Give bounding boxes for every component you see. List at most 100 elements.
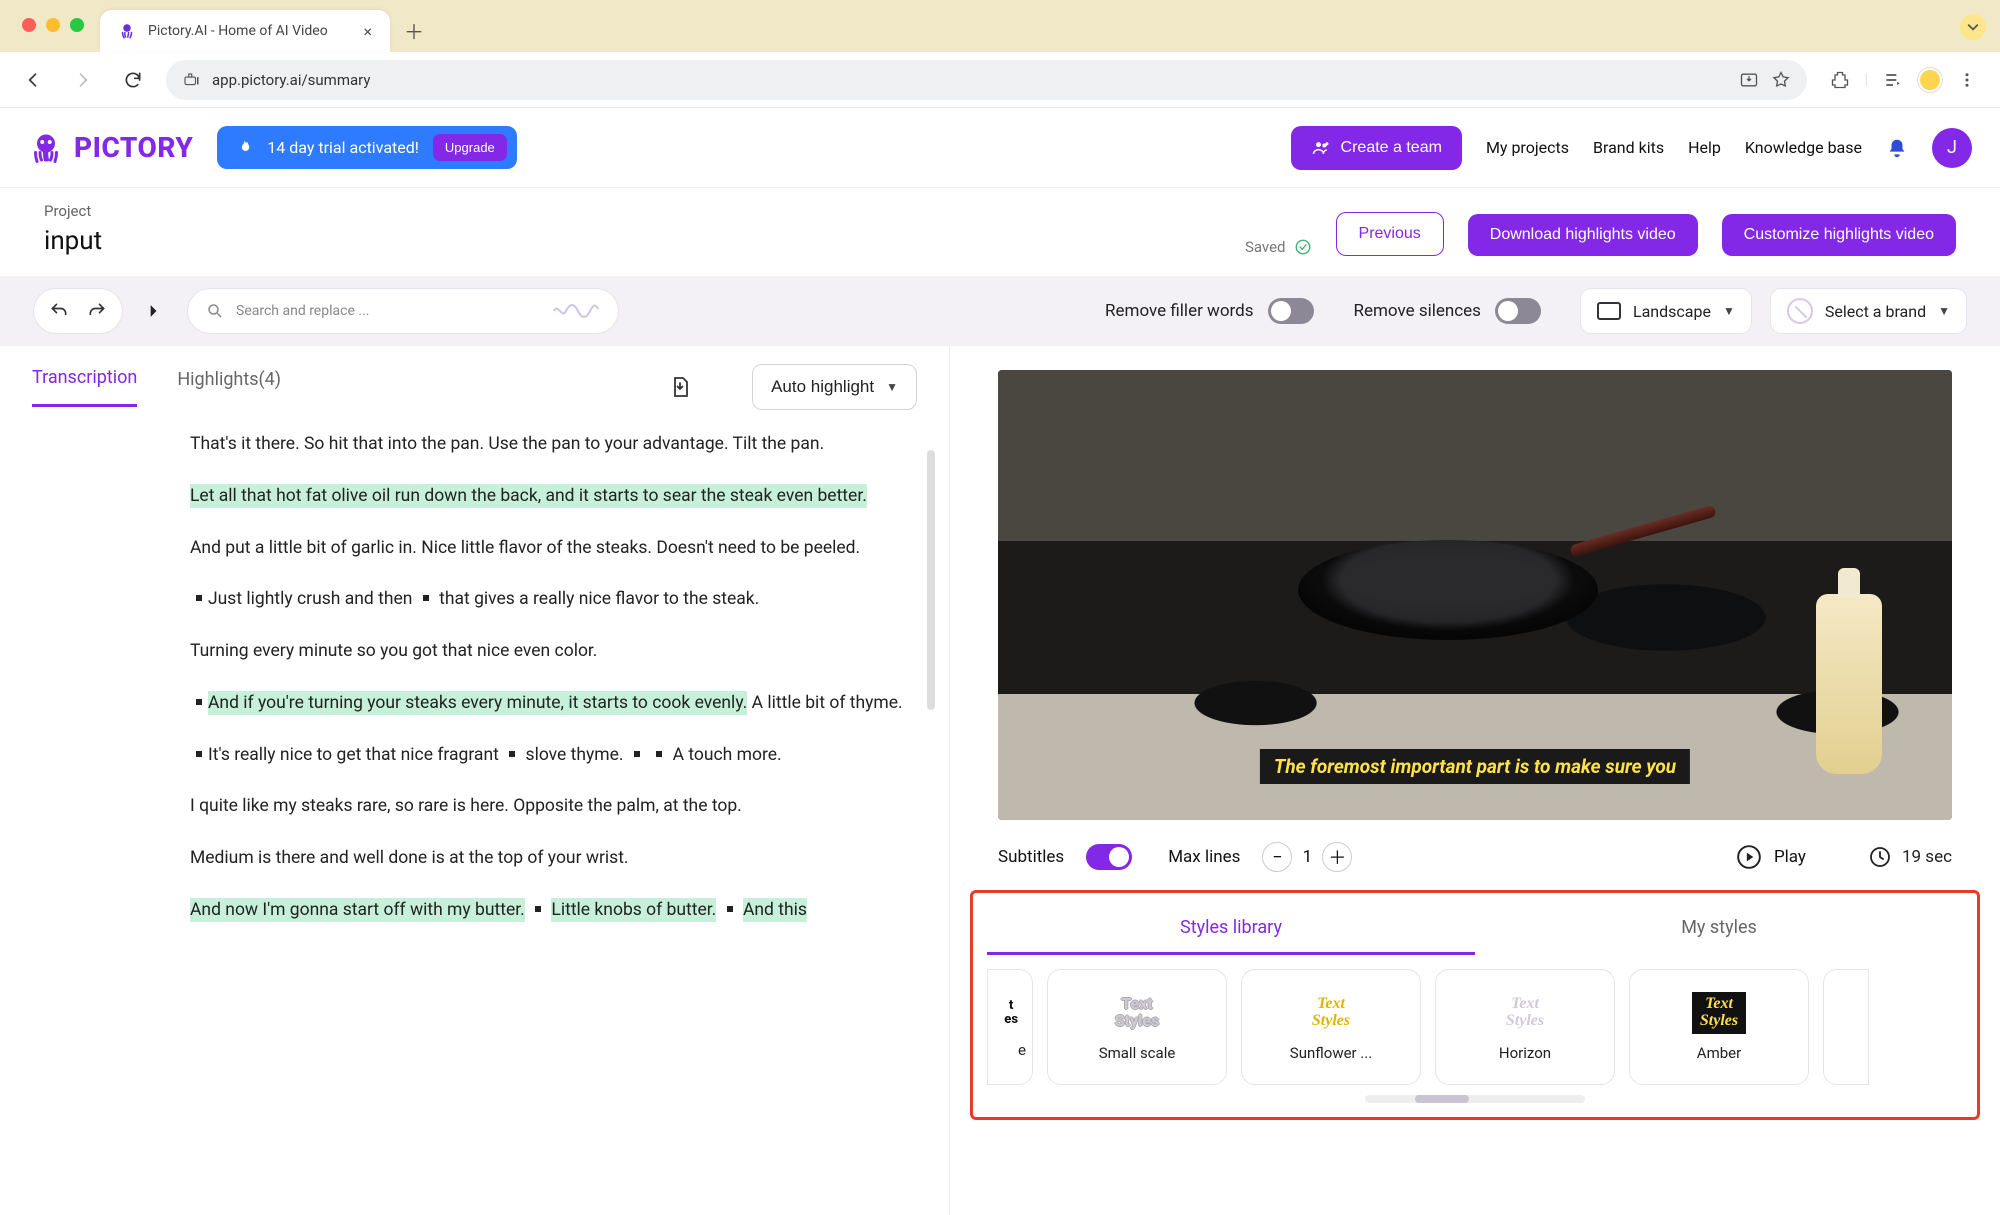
remove-silences-group: Remove silences [1354,298,1541,324]
transcript-line[interactable]: And put a little bit of garlic in. Nice … [190,534,907,564]
orientation-select[interactable]: Landscape ▼ [1581,289,1751,333]
window-controls [22,18,84,32]
chevron-down-icon: ▼ [1938,304,1950,318]
tab-transcription[interactable]: Transcription [32,367,137,407]
wave-icon [552,301,600,321]
play-label[interactable]: Play [1774,847,1806,867]
clock-icon [1868,845,1892,869]
close-window-icon[interactable] [22,18,36,32]
subtitle-controls: Subtitles Max lines − 1 ＋ Play 19 sec [950,832,2000,882]
browser-menu-icon[interactable] [1950,63,1984,97]
download-transcript-icon[interactable] [666,373,694,401]
new-tab-button[interactable]: ＋ [398,14,430,46]
app-header: PICTORY 14 day trial activated! Upgrade … [0,108,2000,188]
chevron-down-icon: ▼ [886,380,898,394]
transcript-line[interactable]: I quite like my steaks rare, so rare is … [190,792,907,822]
maxlines-label: Max lines [1168,847,1240,867]
extensions-icon[interactable] [1823,63,1857,97]
search-icon [206,302,224,320]
maxlines-value: 1 [1296,847,1318,867]
site-info-icon[interactable] [182,71,200,89]
style-card[interactable] [1823,969,1869,1085]
project-name[interactable]: input [44,226,102,256]
remove-silences-label: Remove silences [1354,301,1481,321]
nav-brand-kits[interactable]: Brand kits [1593,138,1664,157]
create-team-button[interactable]: Create a team [1291,126,1462,170]
back-button[interactable] [16,63,50,97]
browser-address-bar: app.pictory.ai/summary | [0,52,2000,108]
install-app-icon[interactable] [1739,70,1759,90]
transcript-line[interactable]: And if you're turning your steaks every … [190,689,907,719]
reload-button[interactable] [116,63,150,97]
landscape-icon [1597,302,1621,320]
tab-my-styles[interactable]: My styles [1475,903,1963,955]
auto-highlight-button[interactable]: Auto highlight ▼ [752,364,917,410]
scrollbar[interactable] [927,450,935,710]
style-card-sunflower[interactable]: Text Styles Sunflower ... [1241,969,1421,1085]
style-cards-row[interactable]: tes e Text Styles Small scale Text Style… [987,969,1963,1085]
transcript-line[interactable]: Turning every minute so you got that nic… [190,637,907,667]
customize-highlights-button[interactable]: Customize highlights video [1722,214,1956,256]
tab-favicon-icon [118,22,136,40]
minimize-window-icon[interactable] [46,18,60,32]
transcript-line[interactable]: And now I'm gonna start off with my butt… [190,896,907,926]
project-bar: Project input Saved Previous Download hi… [0,188,2000,276]
redo-button[interactable] [78,292,116,330]
remove-filler-toggle[interactable] [1268,298,1314,324]
transcript-body[interactable]: That's it there. So hit that into the pa… [0,410,949,968]
duration-group: 19 sec [1868,845,1952,869]
download-highlights-button[interactable]: Download highlights video [1468,214,1698,256]
transcript-line[interactable]: Medium is there and well done is at the … [190,844,907,874]
nav-knowledge-base[interactable]: Knowledge base [1745,138,1862,157]
user-avatar[interactable]: J [1932,128,1972,168]
tab-highlights[interactable]: Highlights(4) [177,369,281,406]
style-card[interactable]: tes e [987,969,1033,1085]
transcript-line[interactable]: It's really nice to get that nice fragra… [190,741,907,771]
remove-filler-label: Remove filler words [1105,301,1253,321]
styles-panel: Styles library My styles tes e Text Styl… [970,890,1980,1120]
editor-tabs: Transcription Highlights(4) Auto highlig… [0,346,949,410]
undo-button[interactable] [40,292,78,330]
browser-tab[interactable]: Pictory.AI - Home of AI Video × [100,10,390,52]
brand-select[interactable]: Select a brand ▼ [1771,289,1966,333]
maximize-window-icon[interactable] [70,18,84,32]
transcript-line[interactable]: That's it there. So hit that into the pa… [190,430,907,460]
transcript-pane: Transcription Highlights(4) Auto highlig… [0,346,950,1215]
style-card-horizon[interactable]: Text Styles Horizon [1435,969,1615,1085]
save-status: Saved [1245,238,1312,256]
url-bar[interactable]: app.pictory.ai/summary [166,60,1807,100]
transcript-line: Let all that hot fat olive oil run down … [190,482,907,512]
maxlines-decrement[interactable]: − [1262,842,1292,872]
trial-banner: 14 day trial activated! Upgrade [217,126,517,169]
maxlines-stepper: − 1 ＋ [1262,842,1352,872]
nav-my-projects[interactable]: My projects [1486,138,1569,157]
profile-avatar-icon[interactable] [1918,68,1942,92]
styles-horizontal-scrollbar[interactable] [1365,1095,1585,1103]
browser-tab-strip: Pictory.AI - Home of AI Video × ＋ [0,0,2000,52]
previous-button[interactable]: Previous [1336,212,1444,256]
preview-pane: The foremost important part is to make s… [950,346,2000,1215]
close-tab-icon[interactable]: × [363,22,372,41]
tabs-dropdown-icon[interactable] [1960,14,1986,40]
pictory-logo[interactable]: PICTORY [28,130,193,166]
tab-styles-library[interactable]: Styles library [987,903,1475,955]
logo-text: PICTORY [74,131,193,164]
media-icon[interactable] [1876,63,1910,97]
subtitles-toggle[interactable] [1086,844,1132,870]
search-replace-input[interactable]: Search and replace ... [188,289,618,333]
history-caret-icon[interactable] [148,304,164,318]
play-icon[interactable] [1736,844,1762,870]
maxlines-increment[interactable]: ＋ [1322,842,1352,872]
editor-toolbar: Search and replace ... Remove filler wor… [0,276,2000,346]
bell-icon[interactable] [1886,137,1908,159]
remove-silences-toggle[interactable] [1495,298,1541,324]
flame-icon [235,139,253,157]
nav-help[interactable]: Help [1688,138,1721,157]
style-card-small-scale[interactable]: Text Styles Small scale [1047,969,1227,1085]
upgrade-button[interactable]: Upgrade [433,134,507,161]
video-preview[interactable]: The foremost important part is to make s… [998,370,1952,820]
transcript-line[interactable]: Just lightly crush and then that gives a… [190,585,907,615]
browser-tab-title: Pictory.AI - Home of AI Video [148,23,351,39]
bookmark-star-icon[interactable] [1771,70,1791,90]
style-card-amber[interactable]: Text Styles Amber [1629,969,1809,1085]
